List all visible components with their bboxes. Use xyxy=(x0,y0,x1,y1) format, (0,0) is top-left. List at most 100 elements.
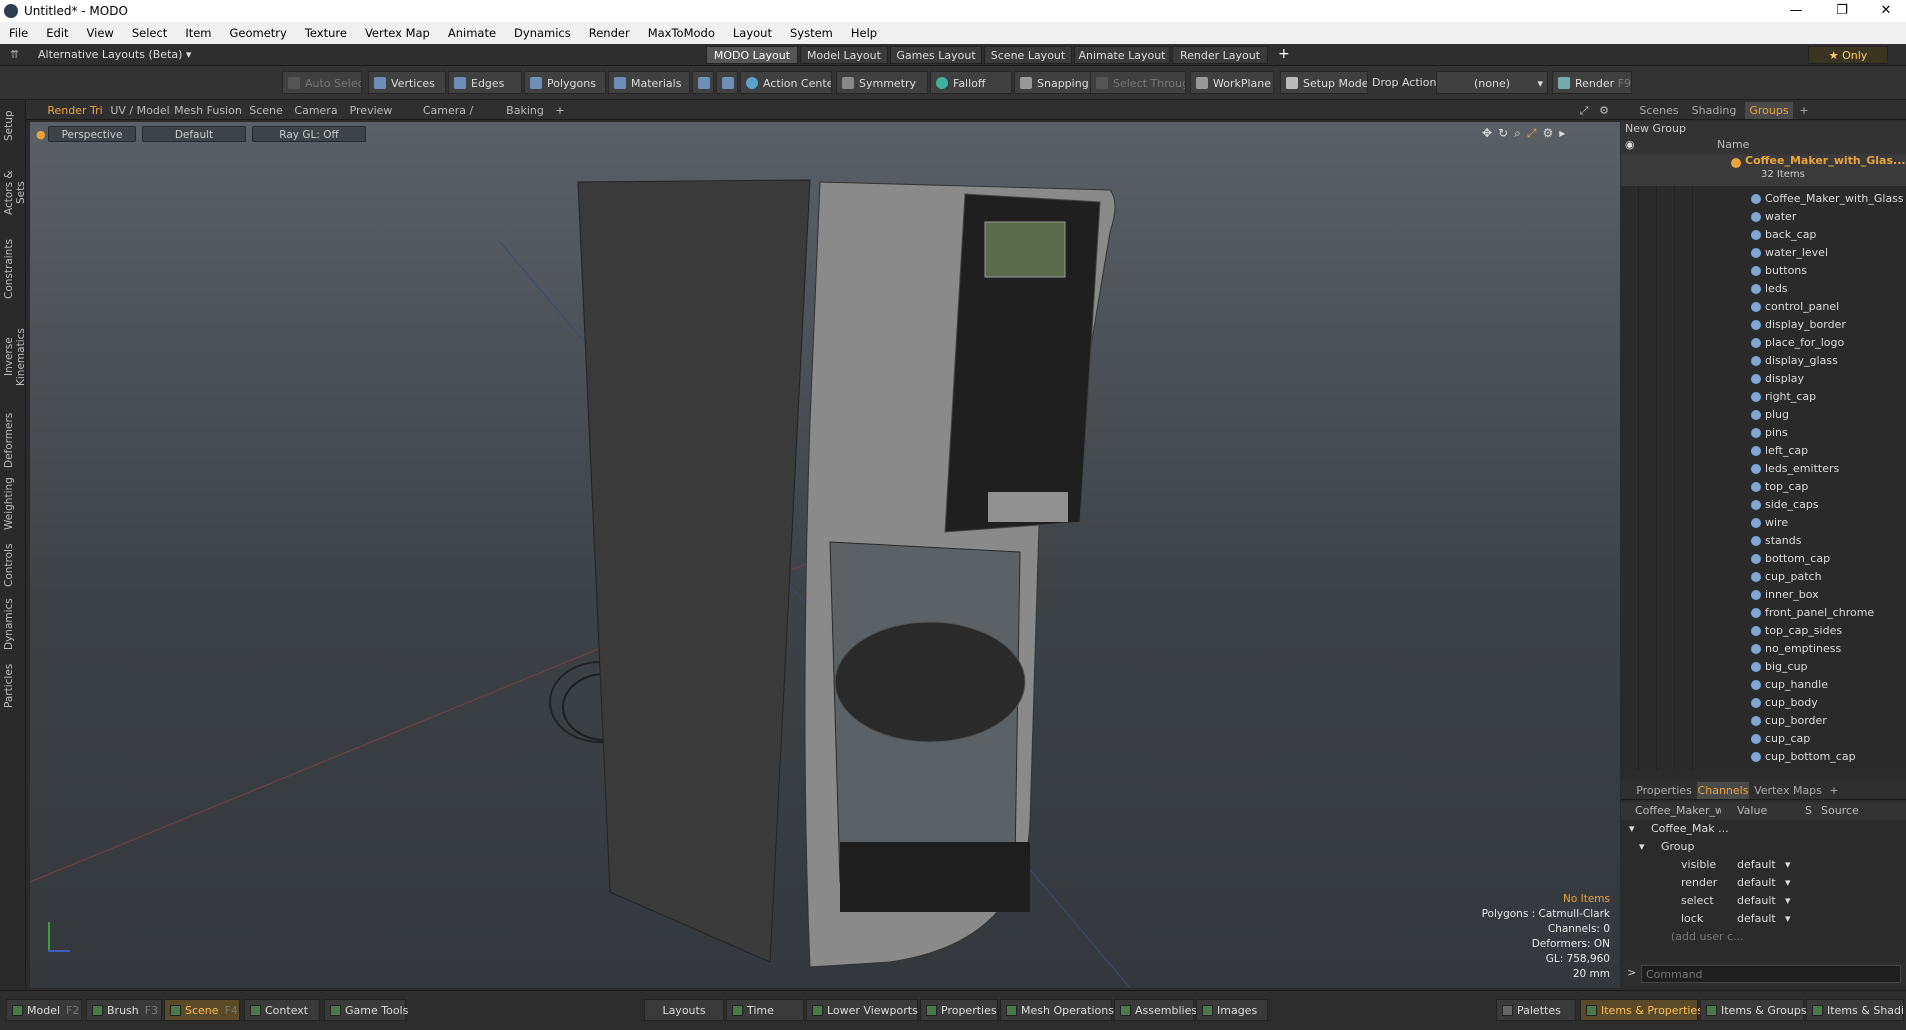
list-item[interactable]: cup_patch xyxy=(1621,568,1906,586)
shield-deselect-button[interactable] xyxy=(716,71,738,94)
menu-animate[interactable]: Animate xyxy=(439,26,505,40)
list-item[interactable]: right_cap xyxy=(1621,388,1906,406)
tab-inverse-kinematics[interactable]: Inverse Kinematics xyxy=(3,308,27,406)
menu-maxtomodo[interactable]: MaxToModo xyxy=(639,26,724,40)
tab-render-layout[interactable]: Render Layout xyxy=(1172,46,1268,64)
menu-select[interactable]: Select xyxy=(123,26,176,40)
tab-setup[interactable]: Setup xyxy=(3,106,23,146)
vertices-button[interactable]: Vertices xyxy=(368,71,446,94)
minimize-button[interactable]: — xyxy=(1776,0,1816,22)
group-root[interactable]: Coffee_Maker_with_Glas... 32 Items xyxy=(1621,154,1906,186)
list-item[interactable]: no_emptiness xyxy=(1621,640,1906,658)
list-item[interactable]: water_level xyxy=(1621,244,1906,262)
3d-viewport[interactable]: ● Perspective Default Ray GL: Off ✥↻⌕⤢⚙▸… xyxy=(30,122,1620,988)
materials-button[interactable]: Materials xyxy=(608,71,690,94)
tab-model-layout[interactable]: Model Layout xyxy=(800,46,888,64)
list-item[interactable]: display xyxy=(1621,370,1906,388)
list-item[interactable]: place_for_logo xyxy=(1621,334,1906,352)
list-item[interactable]: wire xyxy=(1621,514,1906,532)
items-groups-button[interactable]: Items & Groups xyxy=(1700,999,1807,1021)
auto-select-button[interactable]: Auto Select xyxy=(282,71,362,94)
new-group-button[interactable]: New Group xyxy=(1621,121,1906,136)
items-properties-button[interactable]: Items & Properties xyxy=(1580,999,1703,1021)
menu-dynamics[interactable]: Dynamics xyxy=(505,26,580,40)
list-item[interactable]: stands xyxy=(1621,532,1906,550)
list-item[interactable]: control_panel xyxy=(1621,298,1906,316)
drop-action-dropdown[interactable]: (none) ▾ xyxy=(1436,71,1548,94)
snapping-button[interactable]: Snapping xyxy=(1014,71,1094,94)
tab-controls[interactable]: Controls xyxy=(3,540,23,590)
palettes-button[interactable]: Palettes xyxy=(1496,999,1576,1021)
chevron-down-icon[interactable]: ▾ xyxy=(1785,874,1791,892)
edges-button[interactable]: Edges xyxy=(448,71,522,94)
tab-scenes[interactable]: Scenes xyxy=(1635,102,1683,119)
tab-weighting[interactable]: Weighting xyxy=(3,476,23,532)
list-item[interactable]: leds_emitters xyxy=(1621,460,1906,478)
tab-animate-layout[interactable]: Animate Layout xyxy=(1074,46,1170,64)
channel-row-lock[interactable]: lock default ▾ xyxy=(1621,910,1906,928)
menu-edit[interactable]: Edit xyxy=(37,26,77,40)
menu-layout[interactable]: Layout xyxy=(724,26,781,40)
list-item[interactable]: big_cup xyxy=(1621,658,1906,676)
tab-uv-model[interactable]: UV / Model xyxy=(110,102,170,119)
model-button[interactable]: Model F2 xyxy=(6,999,82,1021)
list-item[interactable]: water xyxy=(1621,208,1906,226)
add-panel-tab-button[interactable]: + xyxy=(1797,102,1811,119)
menu-file[interactable]: File xyxy=(0,26,37,40)
tab-baking[interactable]: Baking xyxy=(502,102,548,119)
items-shading-button[interactable]: Items & Shading xyxy=(1806,999,1904,1021)
shield-select-button[interactable] xyxy=(692,71,714,94)
menu-render[interactable]: Render xyxy=(580,26,639,40)
list-item[interactable]: front_panel_chrome xyxy=(1621,604,1906,622)
add-layout-button[interactable]: + xyxy=(1278,46,1290,62)
channel-row-render[interactable]: render default ▾ xyxy=(1621,874,1906,892)
tab-vertex-maps[interactable]: Vertex Maps xyxy=(1753,782,1823,799)
falloff-button[interactable]: Falloff xyxy=(930,71,1012,94)
tab-preview[interactable]: Preview xyxy=(346,102,396,119)
list-item[interactable]: cup_handle xyxy=(1621,676,1906,694)
symmetry-button[interactable]: Symmetry xyxy=(836,71,928,94)
list-item[interactable]: side_caps xyxy=(1621,496,1906,514)
tab-particles[interactable]: Particles xyxy=(3,658,23,714)
list-item[interactable]: left_cap xyxy=(1621,442,1906,460)
list-item[interactable]: buttons xyxy=(1621,262,1906,280)
tab-modo-layout[interactable]: MODO Layout xyxy=(706,46,798,64)
channel-row-select[interactable]: select default ▾ xyxy=(1621,892,1906,910)
tab-render-tri[interactable]: Render Tri xyxy=(46,102,104,119)
only-toggle[interactable]: ★ Only xyxy=(1808,46,1888,64)
tab-scene-layout[interactable]: Scene Layout xyxy=(984,46,1072,64)
list-item[interactable]: display_glass xyxy=(1621,352,1906,370)
channels-tree-item[interactable]: ▾ Coffee_Mak ... xyxy=(1621,820,1906,838)
list-item[interactable]: display_border xyxy=(1621,316,1906,334)
action-center-button[interactable]: Action Center xyxy=(740,71,832,94)
tab-scene[interactable]: Scene xyxy=(246,102,286,119)
close-button[interactable]: ✕ xyxy=(1866,0,1906,22)
game-tools-button[interactable]: Game Tools xyxy=(324,999,408,1021)
tab-games-layout[interactable]: Games Layout xyxy=(890,46,982,64)
list-item[interactable]: leds xyxy=(1621,280,1906,298)
menu-system[interactable]: System xyxy=(781,26,842,40)
list-item[interactable]: cup_cap xyxy=(1621,730,1906,748)
channel-row-visible[interactable]: visible default ▾ xyxy=(1621,856,1906,874)
tab-dynamics[interactable]: Dynamics xyxy=(3,596,23,652)
list-item[interactable]: cup_bottom_cap xyxy=(1621,748,1906,766)
tab-actors-sets[interactable]: Actors & Sets xyxy=(3,158,27,228)
tab-channels[interactable]: Channels xyxy=(1697,782,1749,799)
menu-texture[interactable]: Texture xyxy=(296,26,356,40)
render-button[interactable]: Render F9 xyxy=(1552,71,1632,94)
tab-deformers[interactable]: Deformers xyxy=(3,412,23,468)
brush-button[interactable]: Brush F3 xyxy=(86,999,162,1021)
list-item[interactable]: bottom_cap xyxy=(1621,550,1906,568)
menu-view[interactable]: View xyxy=(78,26,123,40)
expand-icon[interactable]: ▾ xyxy=(1639,838,1645,856)
gear-icon[interactable]: ⚙ xyxy=(1596,102,1612,119)
list-item[interactable]: plug xyxy=(1621,406,1906,424)
channels-tree-group[interactable]: ▾ Group xyxy=(1621,838,1906,856)
menu-item[interactable]: Item xyxy=(176,26,220,40)
maximize-icon[interactable]: ⤢ xyxy=(1576,102,1592,119)
menu-geometry[interactable]: Geometry xyxy=(221,26,296,40)
scene-button[interactable]: Scene F4 xyxy=(164,999,240,1021)
tab-mesh-fusion[interactable]: Mesh Fusion xyxy=(174,102,242,119)
properties-button[interactable]: Properties xyxy=(920,999,998,1021)
menu-help[interactable]: Help xyxy=(842,26,886,40)
